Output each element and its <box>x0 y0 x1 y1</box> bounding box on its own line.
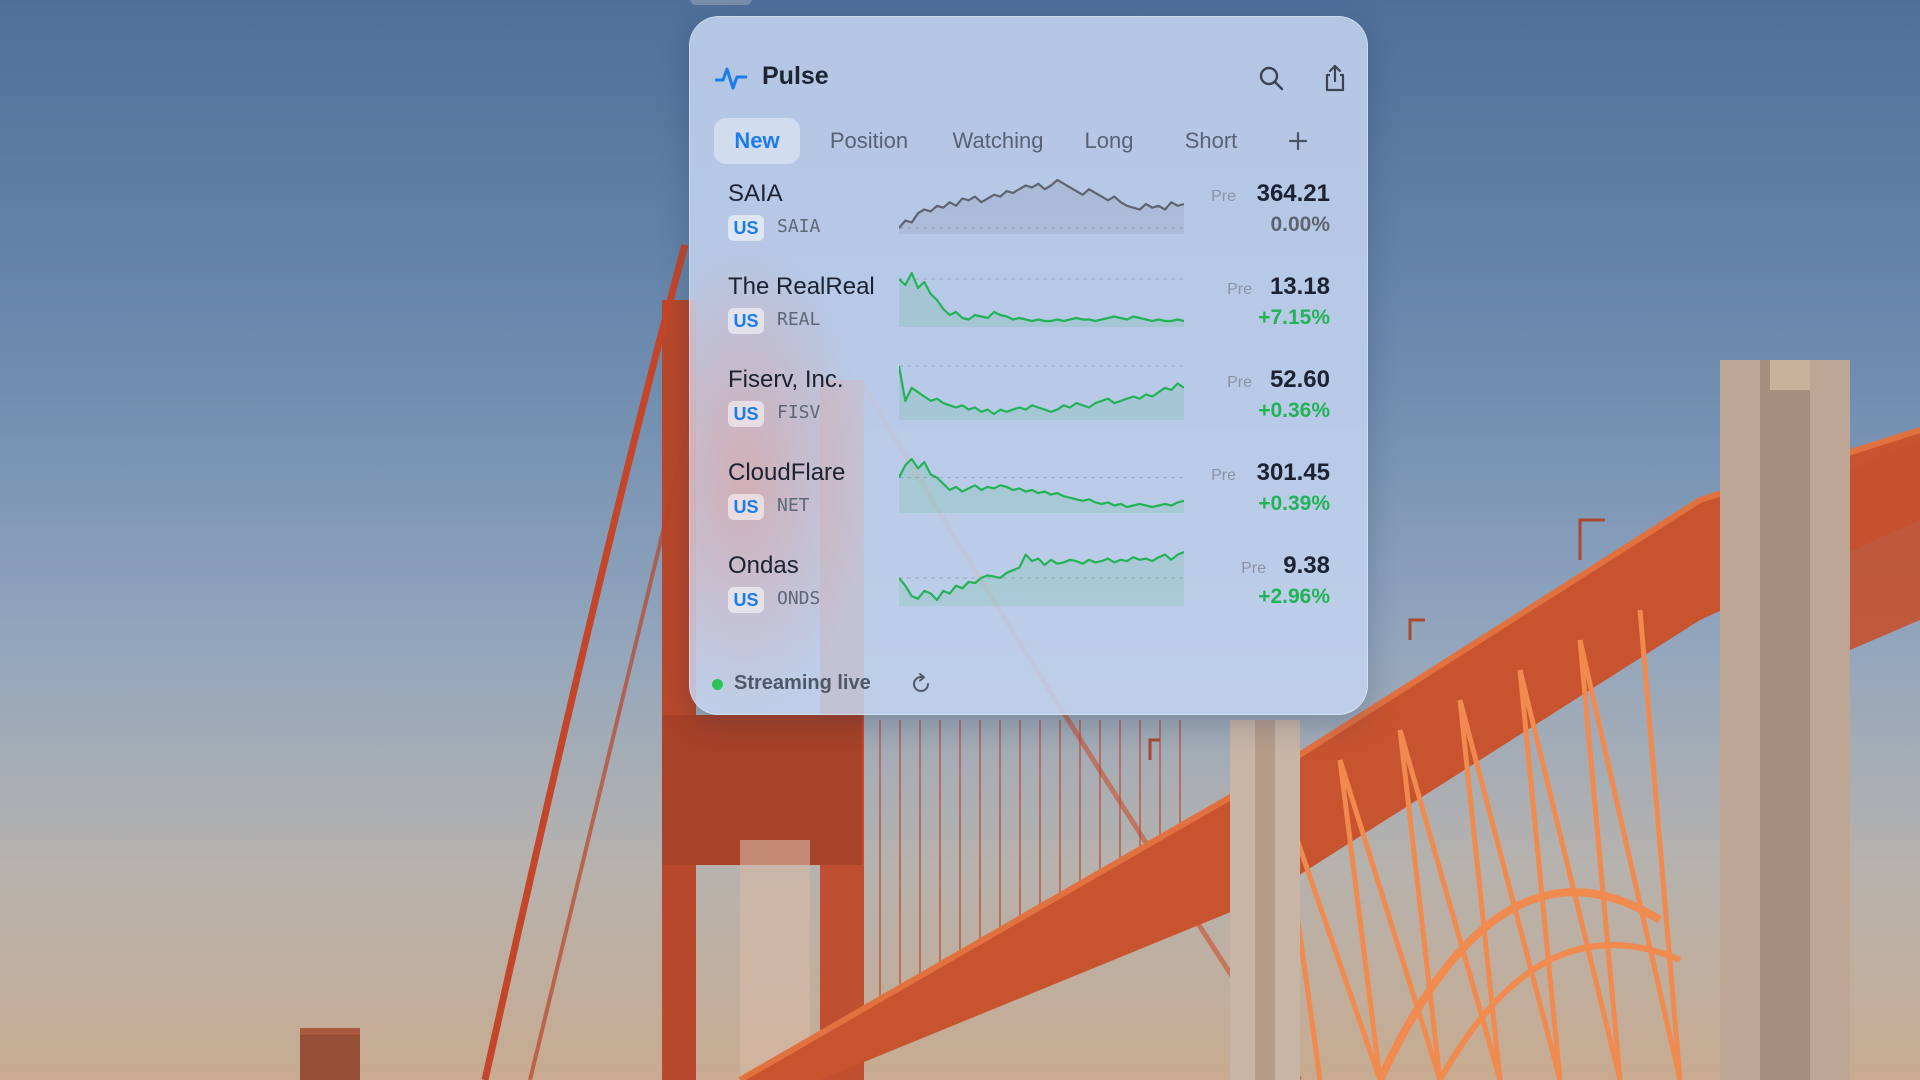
tab-new[interactable]: New <box>714 118 800 164</box>
search-button[interactable] <box>1255 62 1287 94</box>
ticker-symbol: NET <box>777 495 810 516</box>
session-label: Pre <box>1227 281 1252 298</box>
share-button[interactable] <box>1319 62 1351 94</box>
stock-row[interactable]: SAIA US SAIA Pre 364.21 0.00% <box>728 178 1330 260</box>
tab-bar: New Position Watching Long Short <box>714 118 1343 166</box>
sparkline-area <box>899 366 1184 420</box>
tab-long[interactable]: Long <box>1071 118 1147 164</box>
session-label: Pre <box>1227 374 1252 391</box>
change-percent: 0.00% <box>1270 213 1330 236</box>
stock-row[interactable]: Ondas US ONDS Pre 9.38 +2.96% <box>728 550 1330 632</box>
stock-name: Ondas <box>728 552 799 579</box>
ticker-symbol: REAL <box>777 309 821 330</box>
price-value: 301.45 <box>1256 459 1330 486</box>
widget-header: Pulse <box>714 48 1345 108</box>
price-value: 13.18 <box>1269 273 1330 300</box>
ticker-symbol: ONDS <box>777 588 821 609</box>
market-badge: US <box>728 401 764 427</box>
price-value: 364.21 <box>1256 180 1330 207</box>
stock-row[interactable]: CloudFlare US NET Pre 301.45 +0.39% <box>728 457 1330 539</box>
add-tab-button[interactable] <box>1282 118 1314 164</box>
stock-row[interactable]: Fiserv, Inc. US FISV Pre 52.60 +0.36% <box>728 365 1330 446</box>
change-percent: +0.39% <box>1258 492 1330 515</box>
refresh-button[interactable] <box>910 672 934 696</box>
sparkline-chart <box>899 271 1184 327</box>
search-icon <box>1259 66 1284 91</box>
session-label: Pre <box>1211 467 1236 484</box>
price-value: 9.38 <box>1283 552 1330 579</box>
pulse-widget: Pulse New Position Watching Long Short S… <box>689 16 1368 715</box>
live-indicator-dot <box>712 679 723 690</box>
sparkline-chart <box>899 550 1184 606</box>
sparkline-chart <box>899 457 1184 513</box>
session-label: Pre <box>1241 560 1266 577</box>
change-percent: +0.36% <box>1258 399 1330 422</box>
stock-name: The RealReal <box>728 273 875 300</box>
market-badge: US <box>728 494 764 520</box>
stock-name: CloudFlare <box>728 459 846 486</box>
tab-position[interactable]: Position <box>814 118 924 164</box>
market-badge: US <box>728 215 764 241</box>
price-value: 52.60 <box>1269 366 1330 393</box>
market-badge: US <box>728 587 764 613</box>
plus-icon <box>1288 131 1308 151</box>
change-percent: +2.96% <box>1258 585 1330 608</box>
tab-watching[interactable]: Watching <box>938 118 1058 164</box>
app-title: Pulse <box>762 62 829 90</box>
ticker-symbol: FISV <box>777 402 821 423</box>
stock-row[interactable]: The RealReal US REAL Pre 13.18 +7.15% <box>728 271 1330 353</box>
stock-name: SAIA <box>728 180 783 207</box>
change-percent: +7.15% <box>1258 306 1330 329</box>
streaming-status: Streaming live <box>734 672 871 694</box>
refresh-icon <box>913 673 929 692</box>
stock-name: Fiserv, Inc. <box>728 366 844 393</box>
market-badge: US <box>728 308 764 334</box>
sparkline-chart <box>899 178 1184 234</box>
top-notch <box>690 0 752 5</box>
share-icon <box>1325 64 1345 92</box>
pulse-icon <box>714 64 748 92</box>
ticker-symbol: SAIA <box>777 216 821 237</box>
tab-short[interactable]: Short <box>1171 118 1251 164</box>
sparkline-chart <box>899 365 1184 420</box>
session-label: Pre <box>1211 188 1236 205</box>
